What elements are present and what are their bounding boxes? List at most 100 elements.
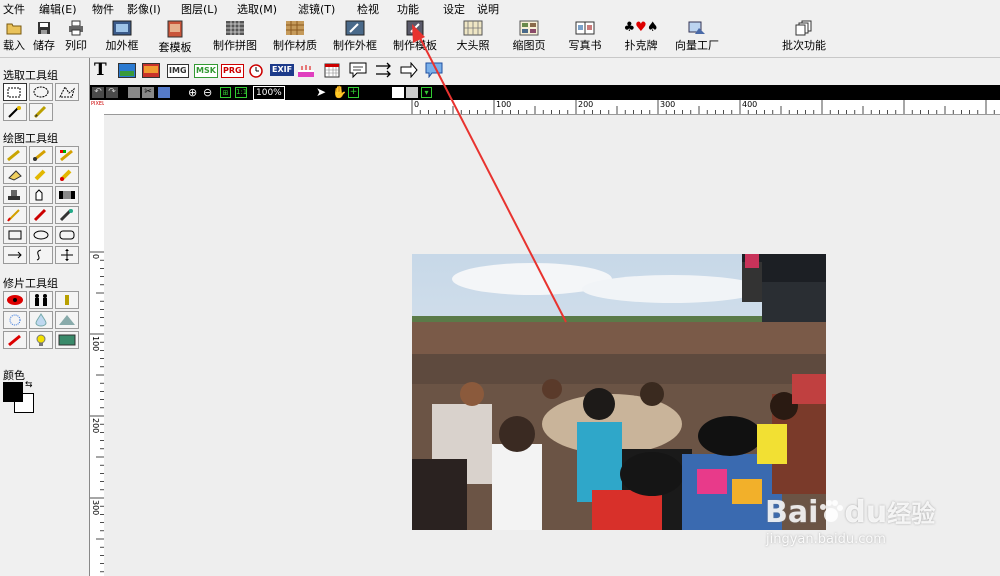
lasso-select-tool[interactable]: [55, 83, 79, 101]
menu-image[interactable]: 影像(I): [127, 1, 161, 17]
polygon-lasso-icon: [59, 86, 75, 98]
rgb-brush-tool[interactable]: [55, 146, 79, 164]
menu-edit[interactable]: 编辑(E): [39, 1, 77, 17]
water-drop-tool[interactable]: [29, 311, 53, 329]
red-eye-tool[interactable]: [3, 291, 27, 309]
make-frame-button[interactable]: 制作外框: [331, 20, 379, 53]
birthday-cake-icon[interactable]: [297, 63, 315, 78]
batch-function-button[interactable]: 批次功能: [780, 20, 828, 53]
red-pen-tool[interactable]: [29, 206, 53, 224]
menu-help[interactable]: 说明: [477, 1, 499, 17]
select-brush-tool[interactable]: [29, 103, 53, 121]
menu-filter[interactable]: 滤镜(T): [298, 1, 335, 17]
eyedropper-tool[interactable]: [55, 206, 79, 224]
speech-bubble-blue-icon[interactable]: [425, 62, 443, 78]
print-button[interactable]: 列印: [63, 20, 89, 53]
id-photo-button[interactable]: 大头照: [455, 20, 491, 53]
white-swatch[interactable]: [392, 87, 404, 98]
red-eye-icon: [7, 295, 23, 305]
make-frame-label: 制作外框: [333, 39, 377, 52]
fill-tool[interactable]: [29, 186, 53, 204]
pointer-tool-icon[interactable]: ➤: [316, 86, 326, 99]
gray-swatch[interactable]: [406, 87, 418, 98]
speech-bubble-icon[interactable]: [348, 61, 368, 79]
eyedropper-icon: [59, 208, 73, 222]
blur-tool[interactable]: [3, 311, 27, 329]
move-arrows-icon: [61, 249, 73, 261]
mask-object-button[interactable]: MSK: [194, 64, 218, 78]
line-tool[interactable]: [3, 246, 27, 264]
menu-layer[interactable]: 图层(L): [181, 1, 218, 17]
cut-icon[interactable]: ✂: [142, 87, 154, 98]
mountain-tool[interactable]: [55, 311, 79, 329]
foreground-color-swatch[interactable]: [3, 382, 23, 402]
clock-icon[interactable]: [249, 63, 263, 78]
menu-function[interactable]: 功能: [397, 1, 419, 17]
pencil-tool[interactable]: [3, 146, 27, 164]
rectangle-shape-tool[interactable]: [3, 226, 27, 244]
make-puzzle-button[interactable]: 制作拼图: [211, 20, 259, 53]
make-template-button[interactable]: 制作模板: [391, 20, 439, 53]
thumbnail-page-button[interactable]: 缩图页: [511, 20, 547, 53]
prg-object-button[interactable]: PRG: [221, 64, 244, 78]
apply-template-button[interactable]: 套模板: [157, 20, 193, 55]
color-brush-tool[interactable]: [55, 166, 79, 184]
menu-select[interactable]: 选取(M): [237, 1, 277, 17]
clone-people-tool[interactable]: [29, 291, 53, 309]
text-tool-icon[interactable]: T: [94, 60, 107, 80]
ellipse-shape-tool[interactable]: [29, 226, 53, 244]
menu-settings[interactable]: 设定: [443, 1, 465, 17]
brush-tool[interactable]: [29, 146, 53, 164]
rounded-rect-icon: [59, 230, 75, 240]
redo-icon[interactable]: ↷: [106, 87, 118, 98]
rounded-rect-tool[interactable]: [55, 226, 79, 244]
swap-colors-icon[interactable]: ⇆: [25, 380, 33, 390]
undo-icon[interactable]: ↶: [92, 87, 104, 98]
ellipse-select-tool[interactable]: [29, 83, 53, 101]
copy-icon[interactable]: [128, 87, 140, 98]
load-button[interactable]: 载入: [2, 20, 26, 53]
picture-tool[interactable]: [55, 331, 79, 349]
menu-object[interactable]: 物件: [92, 1, 114, 17]
image-sunset-icon[interactable]: [142, 63, 160, 78]
swatch-dropdown-icon[interactable]: ▾: [421, 87, 432, 98]
fit-window-icon[interactable]: ⊞: [220, 87, 231, 98]
curve-tool[interactable]: [29, 246, 53, 264]
magic-wand-tool[interactable]: [3, 103, 27, 121]
id-photo-grid-icon: [463, 20, 483, 36]
select-brush-icon: [33, 105, 47, 119]
zoom-in-icon[interactable]: ⊕: [188, 86, 197, 99]
add-object-icon[interactable]: +: [348, 87, 359, 98]
save-button[interactable]: 储存: [31, 20, 57, 53]
menu-view[interactable]: 检视: [357, 1, 379, 17]
rect-select-tool[interactable]: [3, 83, 27, 101]
arrow-right-icon[interactable]: [400, 62, 418, 78]
sharpen-tool[interactable]: [55, 291, 79, 309]
stamp-tool[interactable]: [3, 186, 27, 204]
vector-factory-button[interactable]: 向量工厂: [672, 20, 722, 53]
eraser-tool[interactable]: [3, 166, 27, 184]
arrows-exchange-icon[interactable]: [375, 62, 393, 78]
paste-icon[interactable]: [158, 87, 170, 98]
light-tool[interactable]: [29, 331, 53, 349]
make-texture-button[interactable]: 制作材质: [271, 20, 319, 53]
smudge-tool[interactable]: [29, 166, 53, 184]
puzzle-icon: [226, 21, 244, 35]
watermark-brand: Bai: [765, 495, 819, 530]
pen-tool[interactable]: [3, 206, 27, 224]
exif-button[interactable]: EXIF: [270, 64, 295, 76]
img-object-button[interactable]: IMG: [167, 64, 189, 78]
add-frame-button[interactable]: 加外框: [104, 20, 140, 53]
poker-card-button[interactable]: ♣♥♠ 扑克牌: [623, 20, 659, 53]
gradient-tool[interactable]: [55, 186, 79, 204]
zoom-out-icon[interactable]: ⊖: [203, 86, 212, 99]
move-tool[interactable]: [55, 246, 79, 264]
concert-crowd-photo[interactable]: [412, 254, 826, 530]
menu-file[interactable]: 文件: [3, 1, 25, 17]
calendar-icon[interactable]: [324, 63, 340, 78]
image-landscape-icon[interactable]: [118, 63, 136, 78]
actual-size-icon[interactable]: 1:1: [235, 87, 247, 98]
photo-book-button[interactable]: 写真书: [567, 20, 603, 53]
color-fix-tool[interactable]: [3, 331, 27, 349]
hand-tool-icon[interactable]: ✋: [332, 85, 347, 99]
